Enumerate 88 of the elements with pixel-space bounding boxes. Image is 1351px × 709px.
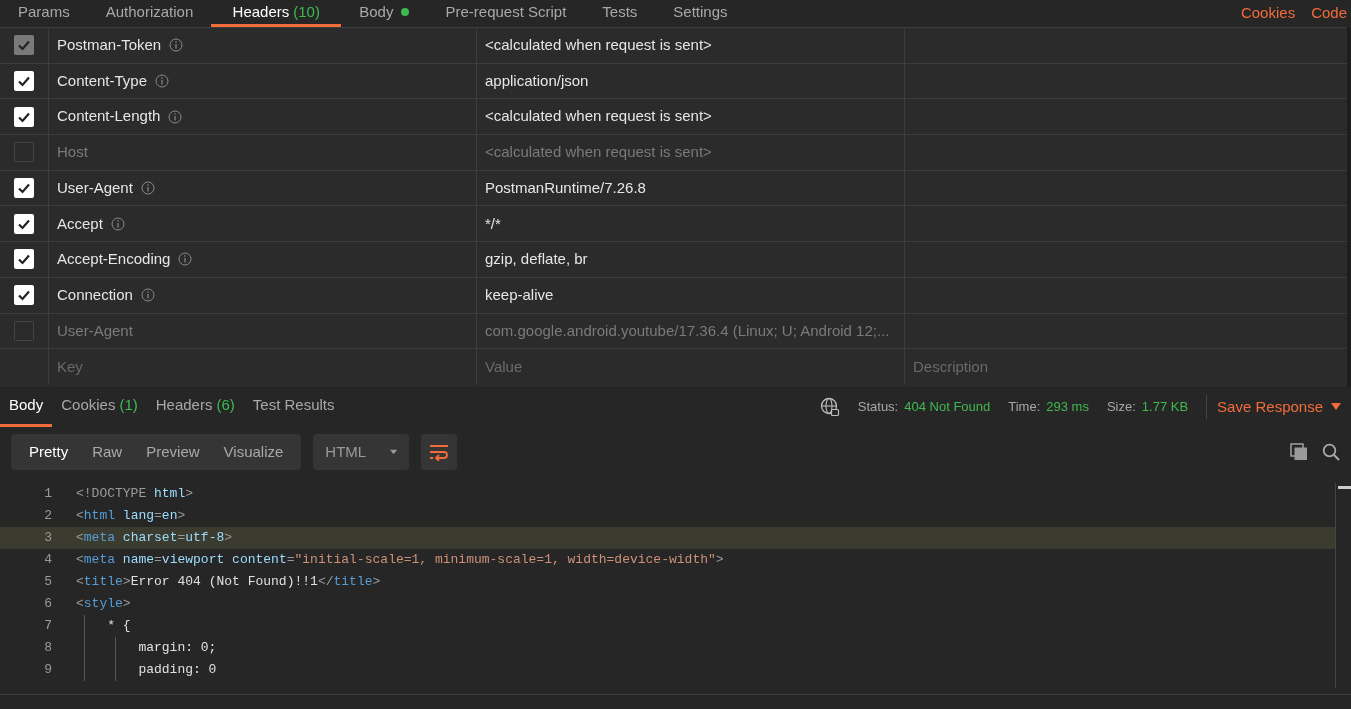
globe-lock-icon[interactable] (819, 397, 840, 417)
info-icon[interactable] (110, 216, 125, 231)
stat-value: 404 Not Found (904, 398, 991, 417)
line-number: 4 (43, 551, 52, 570)
info-icon[interactable] (168, 109, 183, 124)
info-icon[interactable] (169, 38, 184, 53)
code-line: <meta charset=utf-8> (76, 529, 233, 548)
checkbox[interactable] (14, 285, 34, 306)
code-line: <style> (76, 595, 131, 614)
header-value: keep-alive (485, 284, 554, 305)
wrap-lines-button[interactable] (421, 434, 458, 470)
check-icon (17, 181, 31, 196)
checkbox[interactable] (14, 178, 34, 199)
header-key: Postman-Token (57, 34, 162, 57)
line-number: 1 (43, 485, 52, 504)
header-value: <calculated when request is sent> (485, 142, 712, 163)
header-link[interactable]: Cookies (1240, 2, 1296, 25)
request-tab[interactable]: Settings (655, 0, 746, 27)
checkbox[interactable] (14, 213, 34, 234)
checkbox[interactable] (14, 106, 34, 127)
stat-label: Status: (857, 398, 899, 417)
header-key: Host (57, 141, 88, 164)
response-tab[interactable]: Headers (6) (146, 387, 244, 427)
check-icon (17, 38, 31, 53)
stat-value: 293 ms (1046, 398, 1089, 417)
line-number: 6 (43, 595, 52, 614)
header-key: User-Agent (57, 319, 133, 343)
header-key: Connection (57, 283, 133, 307)
line-number: 7 (43, 617, 52, 636)
header-value: <calculated when request is sent> (485, 35, 712, 56)
format-dropdown[interactable]: HTML (313, 434, 410, 470)
code-line: margin: 0; (137, 639, 217, 658)
caret-icon (1331, 403, 1341, 411)
scrollbar[interactable] (1335, 483, 1351, 688)
header-value: com.google.android.youtube/17.36.4 (Linux; U; Android 12;... (485, 320, 890, 341)
header-key: Content-Type (57, 69, 148, 93)
view-mode-tab[interactable]: Preview (134, 434, 212, 470)
search-icon[interactable] (1322, 443, 1340, 461)
line-number: 9 (43, 661, 52, 680)
code-line: <meta name=viewport content="initial-scale=1, minimum-scale=1, width=device-width"> (76, 551, 724, 570)
header-value: PostmanRuntime/7.26.8 (485, 177, 646, 198)
line-number: 2 (43, 507, 52, 526)
header-value: <calculated when request is sent> (485, 106, 712, 127)
view-mode-tab[interactable]: Raw (80, 434, 135, 470)
check-icon (17, 74, 31, 89)
header-key: Accept (57, 212, 103, 236)
checkbox[interactable] (14, 249, 34, 270)
request-tab[interactable]: Authorization (87, 0, 212, 27)
header-key: User-Agent (57, 176, 133, 200)
view-mode-tab[interactable]: Visualize (211, 434, 296, 470)
code-line: <title>Error 404 (Not Found)!!1</title> (76, 573, 381, 592)
check-icon (17, 288, 31, 303)
request-tab[interactable]: Params (0, 0, 88, 27)
request-tab[interactable]: Tests (584, 0, 656, 27)
response-tab[interactable]: Cookies (1) (52, 387, 147, 427)
code-line: <!DOCTYPE html> (76, 485, 194, 504)
code-line: <html lang=en> (76, 507, 186, 526)
line-number: 8 (43, 639, 52, 658)
checkbox[interactable] (14, 71, 34, 92)
info-icon[interactable] (178, 252, 193, 267)
info-icon[interactable] (155, 74, 170, 89)
save-response-button[interactable]: Save Response (1217, 395, 1341, 419)
header-link[interactable]: Code (1311, 2, 1347, 25)
wrap-icon (429, 443, 450, 461)
header-value: application/json (485, 70, 589, 91)
response-tab[interactable]: Test Results (243, 387, 344, 427)
header-key: Content-Length (57, 105, 161, 128)
response-tab[interactable]: Body (0, 387, 53, 427)
view-mode-tab[interactable]: Pretty (17, 434, 81, 470)
header-value: gzip, deflate, br (485, 249, 588, 270)
request-tab[interactable]: Pre-request Script (427, 0, 585, 27)
copy-icon[interactable] (1290, 443, 1308, 461)
info-icon[interactable] (140, 181, 155, 196)
line-number: 3 (43, 529, 52, 548)
stat-label: Time: (1008, 398, 1041, 417)
request-tab[interactable]: Body (341, 0, 428, 27)
caret-icon (390, 449, 398, 455)
check-icon (17, 252, 31, 267)
header-key: Accept-Encoding (57, 248, 171, 271)
stat-value: 1.77 KB (1141, 398, 1189, 417)
checkbox[interactable] (14, 320, 34, 341)
line-number: 5 (43, 573, 52, 592)
stat-label: Size: (1106, 398, 1136, 417)
code-line: padding: 0 (137, 661, 217, 680)
info-icon[interactable] (140, 288, 155, 303)
checkbox[interactable] (14, 142, 34, 163)
code-line: * { (106, 617, 131, 636)
header-value: */* (485, 213, 501, 234)
